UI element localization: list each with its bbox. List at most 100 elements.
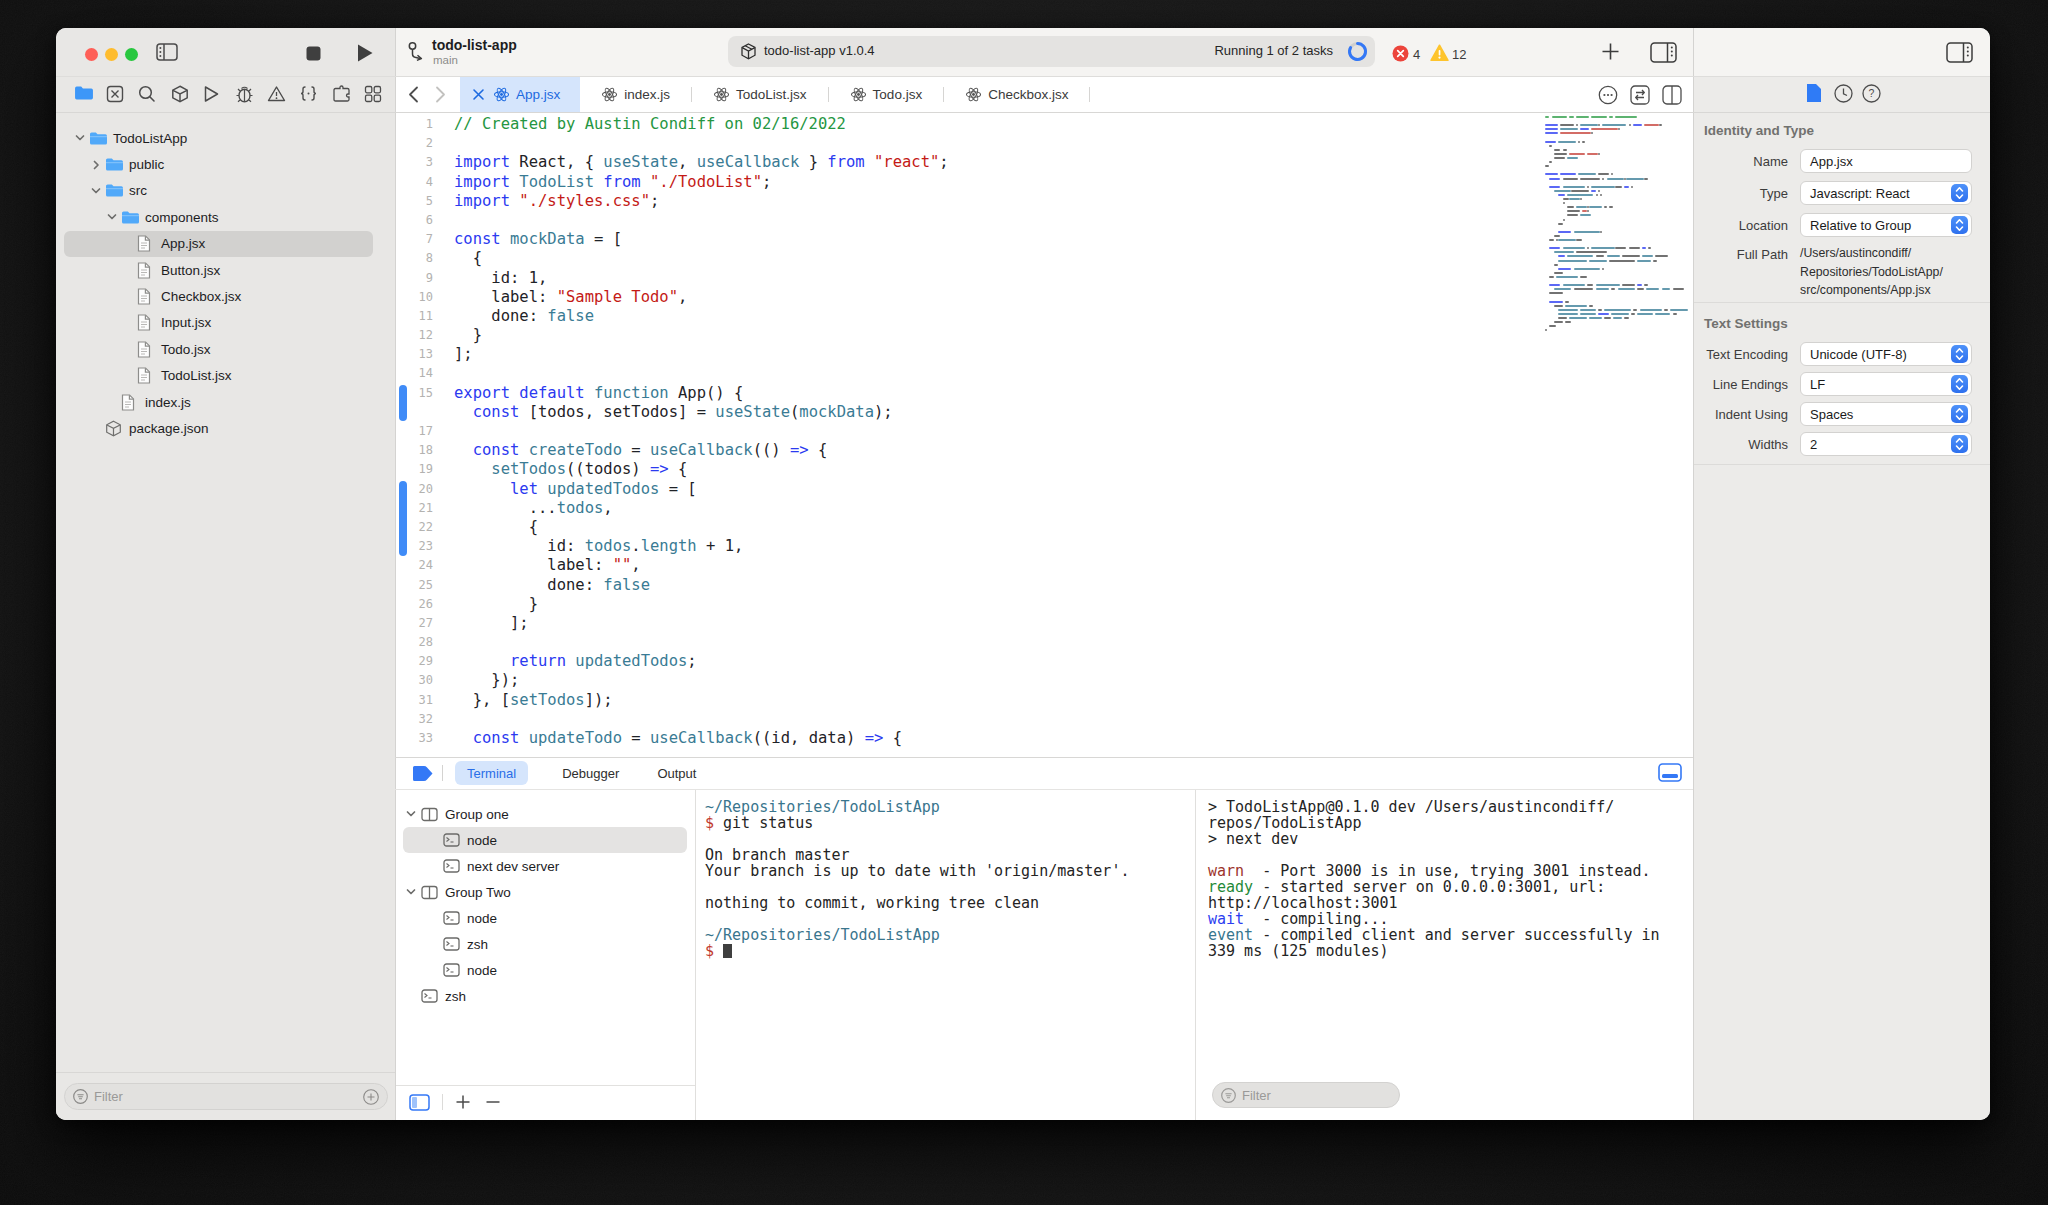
sidebar-filter-input[interactable]: Filter xyxy=(64,1083,388,1110)
terminal-output-right[interactable]: > TodoListApp@0.1.0 dev /Users/austincon… xyxy=(1208,799,1683,959)
tree-item-Todo.jsx[interactable]: Todo.jsx xyxy=(56,336,395,362)
close-tab-icon[interactable] xyxy=(472,88,485,101)
code-editor[interactable]: 1234567891011121314151718192021222324252… xyxy=(395,112,1693,757)
toggle-bottom-panel-icon[interactable] xyxy=(1658,763,1682,782)
minimap[interactable] xyxy=(1545,116,1688,366)
tree-item-src[interactable]: src xyxy=(56,178,395,204)
file-icon xyxy=(137,341,161,358)
tab-App.jsx[interactable]: App.jsx xyxy=(460,76,580,112)
bottom-tab-Debugger[interactable]: Debugger xyxy=(550,761,631,785)
run-button[interactable] xyxy=(356,43,374,63)
react-file-icon xyxy=(850,86,867,103)
tree-item-label: TodoListApp xyxy=(113,131,187,146)
terminal-output-left[interactable]: ~/Repositories/TodoListApp$ git statusOn… xyxy=(705,799,1185,959)
stop-button[interactable] xyxy=(306,46,321,61)
minimize-button[interactable] xyxy=(105,48,118,61)
chevron-down-icon[interactable] xyxy=(74,132,89,144)
editor-tabs: App.jsxindex.jsTodoList.jsxTodo.jsxCheck… xyxy=(460,76,1090,112)
project-folder-icon[interactable] xyxy=(74,85,93,104)
terminal-line: $ git status xyxy=(705,815,1185,831)
tab-Todo.jsx[interactable]: Todo.jsx xyxy=(829,76,944,112)
grid-icon[interactable] xyxy=(364,85,383,104)
tree-item-TodoList.jsx[interactable]: TodoList.jsx xyxy=(56,363,395,389)
tree-item-Checkbox.jsx[interactable]: Checkbox.jsx xyxy=(56,283,395,309)
tree-item-label: TodoList.jsx xyxy=(161,368,232,383)
tree-item-public[interactable]: public xyxy=(56,151,395,177)
run-icon[interactable] xyxy=(203,85,222,104)
terminal-icon xyxy=(421,989,445,1003)
chevron-down-icon[interactable] xyxy=(405,886,421,898)
lineendings-label: Line Endings xyxy=(1693,377,1788,392)
warning-badge-icon[interactable] xyxy=(1430,44,1449,62)
issues-icon[interactable] xyxy=(267,85,286,104)
bottom-tab-Output[interactable]: Output xyxy=(645,761,708,785)
bug-icon[interactable] xyxy=(235,85,254,104)
tree-item-package.json[interactable]: package.json xyxy=(56,415,395,441)
tree-item-TodoListApp[interactable]: TodoListApp xyxy=(56,125,395,151)
error-badge-icon[interactable] xyxy=(1392,45,1409,62)
remove-terminal-icon[interactable] xyxy=(485,1094,501,1110)
swap-editor-icon[interactable] xyxy=(1630,85,1650,105)
terminal-item-Group one[interactable]: Group one xyxy=(395,801,695,827)
tree-item-components[interactable]: components xyxy=(56,204,395,230)
terminal-item-next dev server[interactable]: next dev server xyxy=(395,853,695,879)
tab-index.js[interactable]: index.js xyxy=(580,76,691,112)
lineendings-dropdown[interactable]: LF xyxy=(1800,372,1972,396)
name-field[interactable]: App.jsx xyxy=(1800,149,1972,173)
close-button[interactable] xyxy=(85,48,98,61)
tree-item-App.jsx[interactable]: App.jsx xyxy=(56,231,395,257)
terminal-item-zsh[interactable]: zsh xyxy=(395,931,695,957)
terminal-filter-placeholder: Filter xyxy=(1242,1088,1271,1103)
tab-Checkbox.jsx[interactable]: Checkbox.jsx xyxy=(944,76,1089,112)
tree-item-Button.jsx[interactable]: Button.jsx xyxy=(56,257,395,283)
chevron-down-icon[interactable] xyxy=(90,185,105,197)
split-view-icon[interactable] xyxy=(1662,85,1682,105)
package-icon[interactable] xyxy=(171,85,190,104)
back-icon[interactable] xyxy=(408,86,419,103)
tree-item-Input.jsx[interactable]: Input.jsx xyxy=(56,310,395,336)
tab-TodoList.jsx[interactable]: TodoList.jsx xyxy=(692,76,828,112)
terminal-filter-input[interactable]: Filter xyxy=(1212,1082,1400,1108)
location-dropdown[interactable]: Relative to Group xyxy=(1800,213,1972,237)
package-icon xyxy=(105,420,129,437)
terminal-line: event - compiled client and server succe… xyxy=(1208,927,1683,943)
terminal-item-Group Two[interactable]: Group Two xyxy=(395,879,695,905)
chevron-down-icon[interactable] xyxy=(405,808,421,820)
indent-dropdown[interactable]: Spaces xyxy=(1800,402,1972,426)
react-file-icon xyxy=(713,86,730,103)
terminal-item-node[interactable]: node xyxy=(395,827,695,853)
zoom-button[interactable] xyxy=(125,48,138,61)
add-tab-icon[interactable] xyxy=(1601,42,1620,61)
more-options-icon[interactable] xyxy=(1598,85,1618,105)
forward-icon[interactable] xyxy=(435,86,446,103)
tree-item-index.js[interactable]: index.js xyxy=(56,389,395,415)
terminal-item-node[interactable]: node xyxy=(395,905,695,931)
terminal-item-zsh[interactable]: zsh xyxy=(395,983,695,1009)
code-line: }); xyxy=(454,671,1693,690)
toggle-inspector-icon[interactable] xyxy=(1946,42,1973,63)
file-icon xyxy=(121,394,145,411)
type-dropdown[interactable]: Javascript: React xyxy=(1800,181,1972,205)
toggle-groups-sidebar-icon[interactable] xyxy=(409,1094,430,1111)
symbols-icon[interactable] xyxy=(299,85,318,104)
warning-count: 12 xyxy=(1452,47,1466,62)
terminal-line xyxy=(1208,847,1683,863)
bottom-tab-Terminal[interactable]: Terminal xyxy=(455,761,528,785)
extensions-icon[interactable] xyxy=(332,85,351,104)
tree-item-label: Input.jsx xyxy=(161,315,211,330)
source-control-icon[interactable] xyxy=(106,85,125,104)
react-file-icon xyxy=(601,86,618,103)
terminal-item-node[interactable]: node xyxy=(395,957,695,983)
chevron-down-icon[interactable] xyxy=(106,211,121,223)
widths-stepper[interactable]: 2 xyxy=(1800,432,1972,456)
tag-icon[interactable] xyxy=(411,765,434,782)
terminal-line xyxy=(705,911,1185,927)
chevron-right-icon[interactable] xyxy=(90,159,105,171)
encoding-dropdown[interactable]: Unicode (UTF-8) xyxy=(1800,342,1972,366)
code-line: done: false xyxy=(454,307,1693,326)
toggle-sidebar-icon[interactable] xyxy=(156,43,178,61)
editor-split-panel-icon[interactable] xyxy=(1650,42,1677,63)
add-terminal-icon[interactable] xyxy=(455,1094,471,1110)
name-label: Name xyxy=(1693,154,1788,169)
search-icon[interactable] xyxy=(138,85,157,104)
